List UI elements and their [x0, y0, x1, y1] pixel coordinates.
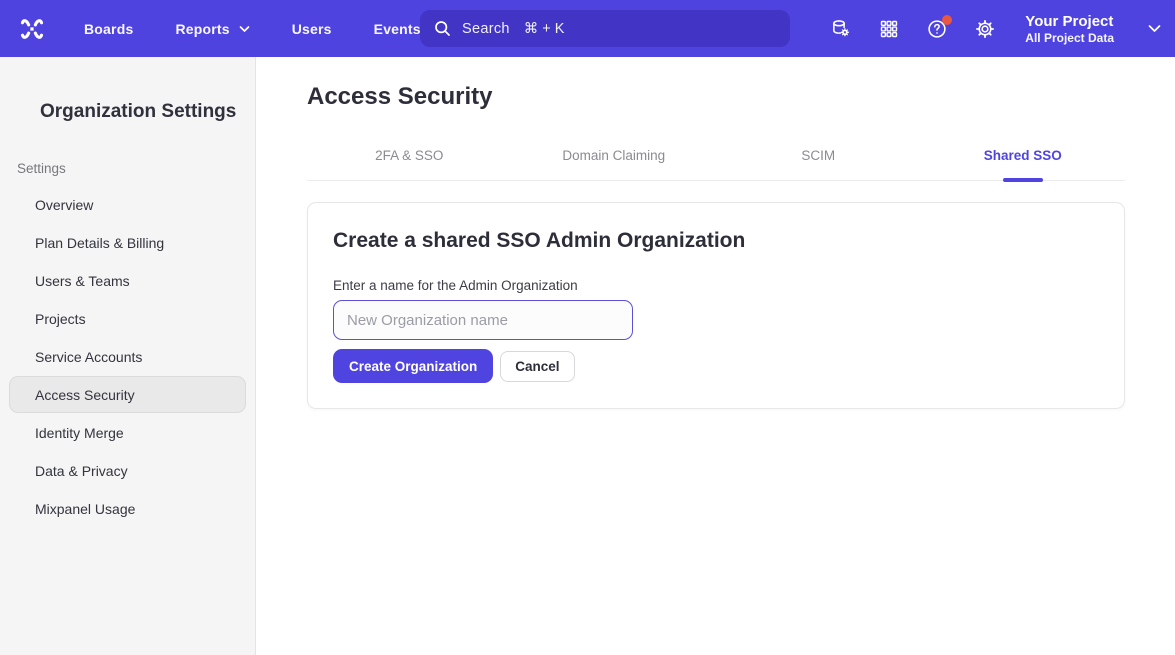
- org-name-field-label: Enter a name for the Admin Organization: [333, 278, 1099, 293]
- org-settings-sidebar: Organization Settings Settings Overview …: [0, 57, 256, 655]
- active-tab-underline: [1003, 178, 1043, 182]
- sidebar-item-users-teams[interactable]: Users & Teams: [9, 262, 246, 299]
- help-icon[interactable]: [925, 17, 949, 41]
- org-name-input[interactable]: [333, 300, 633, 340]
- sidebar-title: Organization Settings: [40, 101, 255, 123]
- tab-shared-sso-label: Shared SSO: [984, 148, 1062, 163]
- search-placeholder: Search: [462, 21, 510, 37]
- card-title: Create a shared SSO Admin Organization: [333, 229, 1099, 253]
- tab-shared-sso[interactable]: Shared SSO: [921, 148, 1126, 180]
- project-name: Your Project: [1025, 12, 1114, 31]
- data-management-icon[interactable]: [829, 17, 853, 41]
- sidebar-item-overview[interactable]: Overview: [9, 186, 246, 223]
- sidebar-item-projects[interactable]: Projects: [9, 300, 246, 337]
- tab-domain-claiming[interactable]: Domain Claiming: [512, 148, 717, 180]
- notification-dot: [942, 15, 952, 25]
- search-shortcut: ⌘ + K: [524, 21, 565, 37]
- nav-item-reports-label: Reports: [175, 21, 229, 37]
- nav-item-reports[interactable]: Reports: [175, 21, 249, 37]
- sidebar-section-settings: Settings: [17, 161, 255, 176]
- apps-grid-icon[interactable]: [877, 17, 901, 41]
- sidebar-item-access-security[interactable]: Access Security: [9, 376, 246, 413]
- navbar-right-cluster: Your Project All Project Data: [829, 0, 1161, 57]
- nav-item-boards[interactable]: Boards: [84, 21, 133, 37]
- page-title: Access Security: [307, 83, 1125, 111]
- global-search-input[interactable]: Search ⌘ + K: [420, 10, 790, 47]
- sidebar-item-mixpanel-usage[interactable]: Mixpanel Usage: [9, 490, 246, 527]
- tab-scim[interactable]: SCIM: [716, 148, 921, 180]
- create-organization-button[interactable]: Create Organization: [333, 349, 493, 383]
- primary-nav: Boards Reports Users Events: [84, 21, 421, 37]
- sidebar-item-service-accounts[interactable]: Service Accounts: [9, 338, 246, 375]
- sidebar-item-identity-merge[interactable]: Identity Merge: [9, 414, 246, 451]
- create-shared-sso-card: Create a shared SSO Admin Organization E…: [307, 202, 1125, 409]
- project-chevron-down-icon[interactable]: [1148, 24, 1161, 33]
- sidebar-item-data-privacy[interactable]: Data & Privacy: [9, 452, 246, 489]
- access-security-tabs: 2FA & SSO Domain Claiming SCIM Shared SS…: [307, 148, 1125, 181]
- settings-gear-icon[interactable]: [973, 17, 997, 41]
- sidebar-item-plan-details-billing[interactable]: Plan Details & Billing: [9, 224, 246, 261]
- top-navbar: Boards Reports Users Events Search ⌘ + K: [0, 0, 1175, 57]
- nav-item-events[interactable]: Events: [374, 21, 421, 37]
- cancel-button[interactable]: Cancel: [500, 351, 574, 382]
- main-content: Access Security 2FA & SSO Domain Claimin…: [257, 57, 1175, 655]
- chevron-down-icon: [239, 25, 250, 33]
- card-button-row: Create Organization Cancel: [333, 349, 1099, 383]
- project-selector[interactable]: Your Project All Project Data: [1025, 12, 1114, 46]
- mixpanel-logo-icon[interactable]: [16, 13, 48, 45]
- tab-2fa-sso[interactable]: 2FA & SSO: [307, 148, 512, 180]
- project-scope: All Project Data: [1025, 31, 1114, 46]
- search-icon: [434, 20, 451, 37]
- nav-item-users[interactable]: Users: [292, 21, 332, 37]
